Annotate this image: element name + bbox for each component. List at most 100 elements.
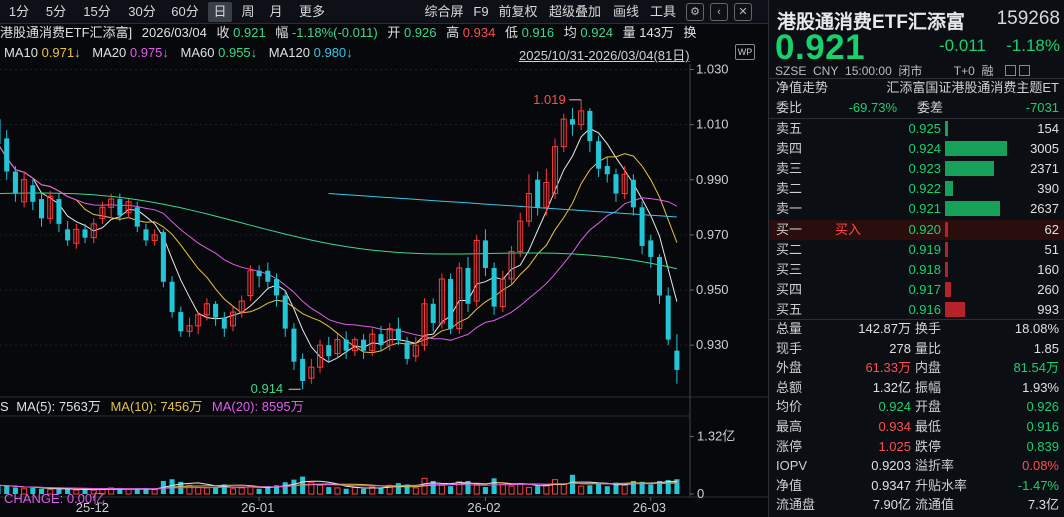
- level-label: 卖五: [776, 121, 803, 136]
- ask-row[interactable]: 卖五 0.925 154: [769, 119, 1064, 139]
- quote-panel: 港股通消费ETF汇添富 159268 0.921 -0.011 -1.18% S…: [768, 0, 1064, 517]
- volume-bar: [945, 201, 1000, 216]
- candle-body: [38, 199, 45, 219]
- market-status: 闭市: [898, 64, 923, 78]
- stats-row: 涨停 1.025 跌停 0.839: [769, 437, 1064, 457]
- candle-body: [65, 229, 71, 241]
- level-volume: 2637: [1030, 201, 1059, 216]
- order-ratio-row: 委比 -69.73% 委差 -7031: [769, 98, 1064, 118]
- candle-body: [491, 267, 497, 307]
- candle-body: [587, 110, 593, 142]
- volume-bar: [578, 485, 585, 495]
- trend-row[interactable]: 净值走势 汇添富国证港股通消费主题ET: [769, 78, 1064, 98]
- bid-row[interactable]: 买四 0.917 260: [769, 280, 1064, 300]
- vol-ma5-value: 7563万: [58, 399, 101, 414]
- volume-bar: [213, 487, 219, 494]
- level-price: 0.919: [908, 242, 941, 257]
- vol-tick-label: 0: [697, 486, 704, 501]
- volume-bar: [945, 222, 948, 237]
- volume-bar: [361, 488, 367, 494]
- margin-label: 融: [981, 64, 994, 78]
- level-volume: 154: [1037, 121, 1059, 136]
- ask-row[interactable]: 卖四 0.924 3005: [769, 139, 1064, 159]
- order-ratio-value: -69.73%: [848, 100, 897, 115]
- stat-label: 净值: [776, 477, 803, 493]
- candle-body: [674, 350, 680, 370]
- trend-label: 净值走势: [776, 80, 829, 95]
- level-price: 0.916: [908, 302, 941, 317]
- volume-ma-legend: S MA(5): 7563万 MA(10): 7456万 MA(20): 859…: [0, 398, 304, 416]
- vol-ma10-value: 7456万: [160, 399, 203, 414]
- candle-body: [613, 174, 619, 194]
- stat-label: 量比: [915, 340, 942, 356]
- stat-label: 升贴水率: [915, 477, 968, 493]
- order-diff-label: 委差: [917, 100, 944, 115]
- level-label: 买一: [776, 222, 803, 237]
- stat-label: 流通盘: [776, 497, 816, 513]
- stat-value: 0.926: [1026, 399, 1059, 415]
- stats-row: 总量 142.87万 换手 18.08%: [769, 319, 1064, 339]
- ask-row[interactable]: 卖一 0.921 2637: [769, 199, 1064, 219]
- volume-bar: [945, 282, 951, 297]
- stat-value: 0.08%: [1022, 458, 1059, 474]
- volume-bar: [247, 486, 254, 495]
- candle-body: [430, 303, 436, 324]
- candle-body: [300, 358, 306, 381]
- ask-row[interactable]: 卖二 0.922 390: [769, 179, 1064, 199]
- tag-icon[interactable]: [1004, 65, 1016, 76]
- ma-line: [0, 192, 678, 270]
- bid-row[interactable]: 买三 0.918 160: [769, 260, 1064, 280]
- volume-bar: [569, 474, 575, 494]
- quote-code: 159268: [996, 8, 1060, 29]
- candle-body: [117, 199, 123, 216]
- level-label: 买三: [776, 262, 803, 277]
- level-price: 0.920: [908, 222, 941, 237]
- volume-bar: [282, 482, 288, 494]
- bid-row[interactable]: 买二 0.919 51: [769, 240, 1064, 260]
- price-tick-label: 0.930: [696, 337, 729, 352]
- volume-bar: [945, 141, 1007, 156]
- price-axis: 1.030 1.010 0.990 0.970 0.950 0.930 1.32亿 0: [690, 62, 735, 501]
- chart-panel: 1分 5分 15分 30分 60分 日 周 月 更多 综合屏 F9 前复权 超级…: [0, 0, 768, 517]
- volume-bar: [448, 486, 454, 494]
- ask-row[interactable]: 卖三 0.923 2371: [769, 159, 1064, 179]
- stats-row: IOPV 0.9203 溢折率 0.08%: [769, 456, 1064, 476]
- vol-tick-label: 1.32亿: [697, 429, 735, 444]
- volume-bar: [648, 484, 654, 494]
- candle-body: [160, 232, 166, 282]
- level-price: 0.922: [908, 181, 941, 196]
- candle-body: [213, 303, 219, 318]
- volume-bar: [482, 487, 488, 494]
- level-label: 卖三: [776, 161, 803, 176]
- volume-bar: [945, 262, 948, 277]
- level-label: 买五: [776, 302, 803, 317]
- candle-body: [665, 295, 671, 340]
- stat-value: 81.54万: [1013, 360, 1059, 376]
- volume-bar: [587, 485, 593, 494]
- ma-line: [0, 146, 678, 341]
- volume-bar: [438, 484, 445, 495]
- candle-body: [630, 179, 636, 208]
- candle-body: [4, 138, 10, 172]
- bid-row[interactable]: 买一 买入 0.920 62: [769, 220, 1064, 240]
- volume-bar: [596, 483, 602, 494]
- candle-body: [221, 317, 227, 329]
- stat-label: 最低: [915, 419, 942, 434]
- vol-ma20-value: 8595万: [261, 399, 304, 414]
- candle-body: [265, 270, 271, 282]
- grid-icon[interactable]: [1019, 65, 1031, 76]
- ma-lines: [0, 127, 678, 363]
- vol-ma20-label: MA(20):: [211, 399, 259, 414]
- exchange-label: SZSE: [775, 64, 807, 78]
- volume-bar: [195, 486, 202, 495]
- volume-bar: [499, 483, 506, 495]
- volume-bar: [317, 484, 324, 495]
- volume-bar: [560, 483, 567, 495]
- stat-value: 0.839: [1026, 438, 1059, 454]
- level-label: 买四: [776, 282, 803, 297]
- candle-body: [326, 345, 332, 357]
- candle-body: [30, 185, 36, 202]
- bid-row[interactable]: 买五 0.916 993: [769, 300, 1064, 320]
- candle-body: [404, 342, 410, 359]
- price-tick-label: 1.030: [696, 62, 729, 77]
